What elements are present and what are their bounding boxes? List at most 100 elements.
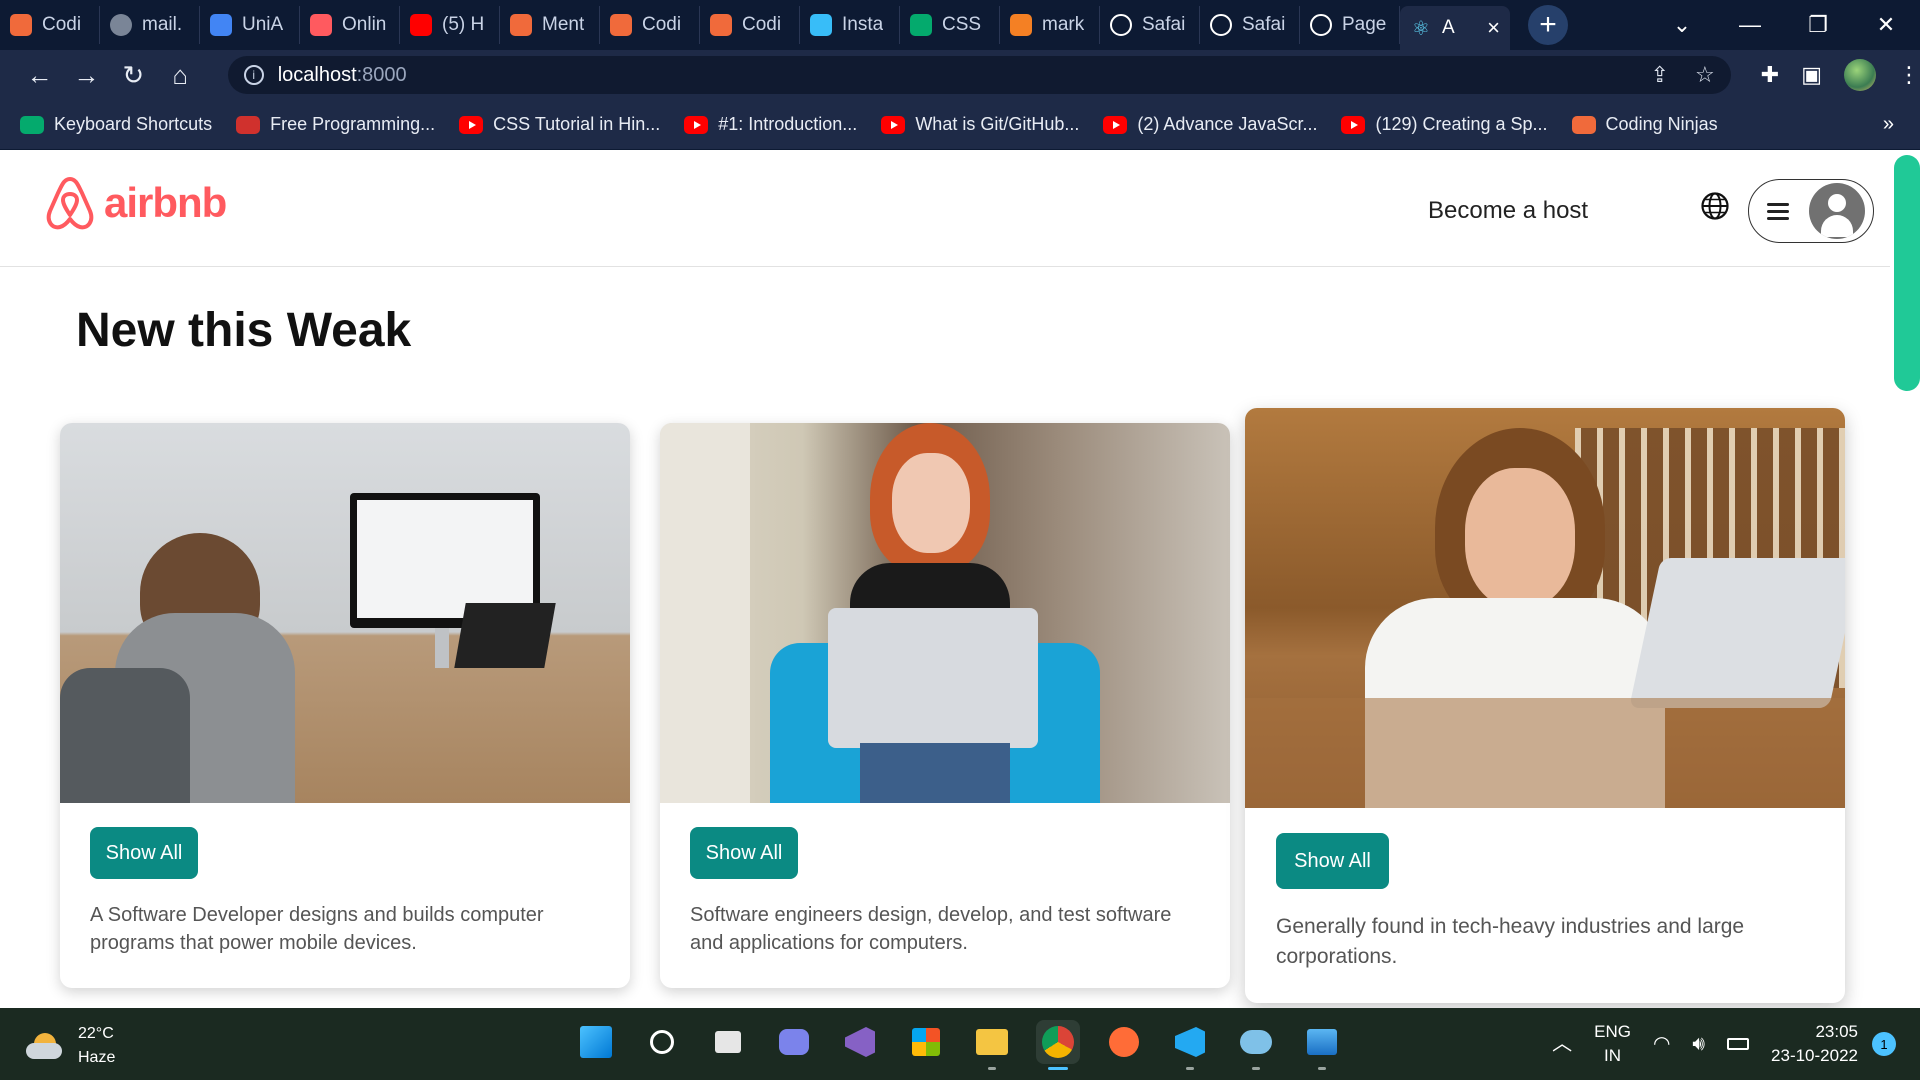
tab-label: Safai bbox=[1142, 14, 1186, 35]
user-menu-button[interactable] bbox=[1748, 179, 1874, 243]
notification-badge[interactable]: 1 bbox=[1872, 1032, 1896, 1056]
forward-button[interactable]: → bbox=[65, 55, 108, 95]
bookmark-item[interactable]: What is Git/GitHub... bbox=[881, 114, 1079, 135]
task-view-icon[interactable] bbox=[706, 1020, 750, 1064]
windows-start-icon[interactable] bbox=[574, 1020, 618, 1064]
browser-tab[interactable]: Safai bbox=[1200, 6, 1300, 44]
show-all-button[interactable]: Show All bbox=[90, 827, 198, 879]
home-button[interactable]: ⌂ bbox=[159, 55, 202, 95]
store-icon[interactable] bbox=[904, 1020, 948, 1064]
bookmark-item[interactable]: Keyboard Shortcuts bbox=[20, 114, 212, 135]
battery-icon[interactable] bbox=[1727, 1038, 1750, 1050]
show-all-button[interactable]: Show All bbox=[690, 827, 798, 879]
coding-ninjas-icon bbox=[10, 14, 32, 36]
chat-icon[interactable] bbox=[772, 1020, 816, 1064]
globe-icon[interactable] bbox=[1700, 191, 1730, 221]
profile-avatar[interactable] bbox=[1844, 59, 1876, 91]
card-image-developer-desk bbox=[60, 423, 630, 803]
card-description-line: A Software Developer designs and builds … bbox=[90, 904, 544, 926]
page-scrollbar[interactable] bbox=[1890, 153, 1920, 1008]
running-indicator bbox=[1186, 1067, 1194, 1070]
browser-tab[interactable]: mark bbox=[1000, 6, 1100, 44]
card-description-line: corporations. bbox=[1276, 945, 1398, 968]
visual-studio-icon[interactable] bbox=[838, 1020, 882, 1064]
address-port: :8000 bbox=[356, 63, 407, 86]
vscode-icon[interactable] bbox=[1168, 1020, 1212, 1070]
show-all-button[interactable]: Show All bbox=[1276, 833, 1389, 889]
chrome-icon[interactable] bbox=[1036, 1020, 1080, 1070]
become-host-link[interactable]: Become a host bbox=[1428, 197, 1588, 225]
youtube-icon bbox=[1103, 115, 1128, 134]
tab-label: Page bbox=[1342, 14, 1387, 35]
wifi-icon[interactable]: ◠ bbox=[1653, 1032, 1670, 1056]
browser-tab[interactable]: mail. bbox=[100, 6, 200, 44]
file-explorer-icon[interactable] bbox=[970, 1020, 1014, 1070]
tab-label: A bbox=[1442, 17, 1455, 38]
airbnb-logo[interactable]: airbnb bbox=[44, 175, 227, 231]
bookmark-item[interactable]: #1: Introduction... bbox=[684, 114, 857, 135]
scrollbar-thumb[interactable] bbox=[1894, 155, 1920, 391]
new-tab-button[interactable]: + bbox=[1528, 5, 1568, 45]
browser-tab[interactable]: Insta bbox=[800, 6, 900, 44]
tab-label: (5) H bbox=[442, 14, 485, 35]
chrome-icon-glyph bbox=[1042, 1026, 1074, 1058]
photos-icon[interactable] bbox=[1300, 1020, 1344, 1070]
react-icon: ⚛ bbox=[1412, 17, 1430, 40]
browser-tab[interactable]: Page bbox=[1300, 6, 1400, 44]
browser-tab[interactable]: Codi bbox=[0, 6, 100, 44]
restore-button[interactable]: ❐ bbox=[1784, 0, 1852, 50]
docs-icon bbox=[210, 14, 232, 36]
volume-icon[interactable]: 🔊︎ bbox=[1692, 1032, 1705, 1056]
search-icon[interactable] bbox=[640, 1020, 684, 1064]
running-indicator bbox=[1318, 1067, 1326, 1070]
github-icon bbox=[1310, 14, 1332, 36]
weather-widget[interactable]: 22°C Haze bbox=[26, 1022, 115, 1070]
browser-tab[interactable]: Codi bbox=[700, 6, 800, 44]
browser-tab[interactable]: CSS bbox=[900, 6, 1000, 44]
back-button[interactable]: ← bbox=[18, 55, 61, 95]
browser-tab[interactable]: UniA bbox=[200, 6, 300, 44]
minimize-button[interactable]: — bbox=[1716, 0, 1784, 50]
reload-button[interactable]: ↻ bbox=[112, 55, 155, 95]
side-panel-icon[interactable]: ▣ bbox=[1801, 62, 1822, 88]
tab-label: CSS bbox=[942, 14, 982, 35]
bookmark-item[interactable]: Coding Ninjas bbox=[1571, 114, 1718, 135]
postman-icon[interactable] bbox=[1102, 1020, 1146, 1064]
tab-search-icon[interactable]: ⌄ bbox=[1648, 0, 1716, 50]
browser-tab[interactable]: Codi bbox=[600, 6, 700, 44]
coding-ninjas-icon bbox=[710, 14, 732, 36]
coding-ninjas-icon bbox=[510, 14, 532, 36]
show-hidden-icons-button[interactable]: ︿ bbox=[1552, 1032, 1572, 1056]
browser-tab[interactable]: Ment bbox=[500, 6, 600, 44]
tab-label: Insta bbox=[842, 14, 884, 35]
windows-taskbar: 22°C Haze ︿ ENG IN ◠ 🔊︎ 23:05 23-10-2022… bbox=[0, 1008, 1920, 1080]
clock-time: 23:05 bbox=[1815, 1022, 1858, 1041]
clock[interactable]: 23:05 23-10-2022 bbox=[1771, 1020, 1858, 1068]
language-indicator[interactable]: ENG IN bbox=[1594, 1020, 1631, 1068]
browser-tab[interactable]: Onlin bbox=[300, 6, 400, 44]
tab-active[interactable]: ⚛ A × bbox=[1400, 6, 1510, 50]
task-view-icon-glyph bbox=[715, 1031, 741, 1053]
bookmark-star-icon[interactable]: ☆ bbox=[1695, 62, 1715, 88]
bookmark-item[interactable]: Free Programming... bbox=[236, 114, 435, 135]
logo-text: airbnb bbox=[104, 179, 227, 226]
browser-tab[interactable]: Safai bbox=[1100, 6, 1200, 44]
bookmark-item[interactable]: (129) Creating a Sp... bbox=[1341, 114, 1548, 135]
youtube-icon bbox=[410, 14, 432, 36]
address-bar[interactable]: i localhost :8000 ⇪ ☆ bbox=[227, 56, 1731, 94]
bookmark-label: (129) Creating a Sp... bbox=[1375, 114, 1548, 134]
close-window-button[interactable]: ✕ bbox=[1852, 0, 1920, 50]
extensions-icon[interactable]: ✚ bbox=[1761, 62, 1779, 88]
site-info-icon[interactable]: i bbox=[243, 65, 264, 85]
bookmarks-overflow-button[interactable]: » bbox=[1883, 113, 1894, 136]
file-explorer-icon-glyph bbox=[976, 1029, 1008, 1055]
bookmark-item[interactable]: CSS Tutorial in Hin... bbox=[459, 114, 660, 135]
bookmark-item[interactable]: (2) Advance JavaScr... bbox=[1103, 114, 1317, 135]
menu-kebab-icon[interactable]: ⋮ bbox=[1898, 62, 1920, 88]
close-tab-icon[interactable]: × bbox=[1487, 15, 1500, 41]
browser-tab[interactable]: (5) H bbox=[400, 6, 500, 44]
address-host: localhost bbox=[277, 63, 357, 86]
bookmark-label: Free Programming... bbox=[270, 114, 436, 134]
share-icon[interactable]: ⇪ bbox=[1651, 62, 1669, 88]
azure-data-studio-icon[interactable] bbox=[1234, 1020, 1278, 1070]
